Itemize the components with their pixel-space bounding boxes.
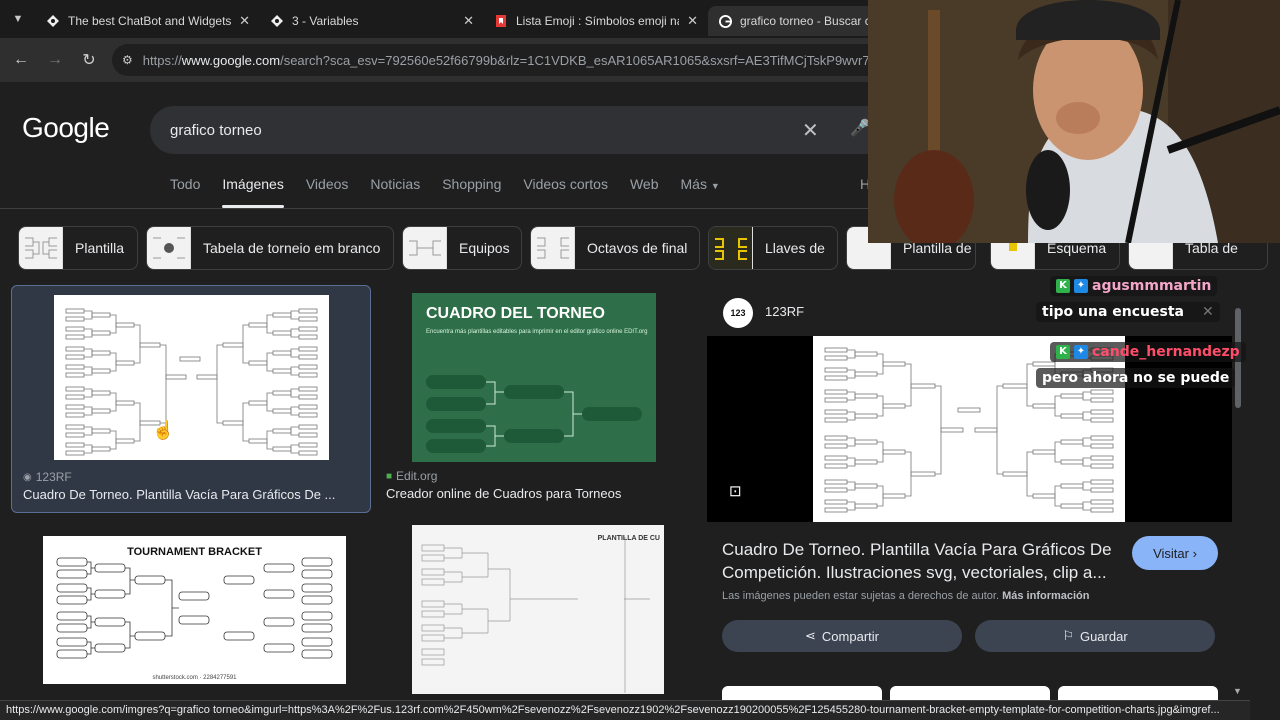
tab-images[interactable]: Imágenes [222,176,285,208]
chat-username: cande_hernandezp [1092,344,1240,360]
related-thumbnail[interactable] [1058,686,1218,700]
clear-search-icon[interactable]: ✕ [802,118,819,143]
chevron-down-icon: ▼ [12,13,24,25]
site-info-icon[interactable]: ⚙ [122,53,133,67]
tab-shopping[interactable]: Shopping [442,176,501,208]
chip-thumbnail [19,227,63,269]
bookmark-favicon-icon [494,14,508,28]
browser-tab[interactable]: 3 - Variables ✕ [260,6,484,36]
chatbot-favicon-icon [46,14,60,28]
preview-title[interactable]: Cuadro De Torneo. Plantilla Vacía Para G… [722,538,1114,584]
mouse-cursor-icon: ☝ [152,420,175,440]
chat-message: K ✦ agusmmmartin [1050,276,1218,296]
url-prefix: https:// [142,52,182,68]
chat-message-text: tipo una encuesta ✕ [1036,302,1220,322]
save-button[interactable]: ⚐ Guardar [975,620,1215,652]
tab-title: The best ChatBot and Widgets f [68,14,232,28]
close-icon: ✕ [1201,304,1214,320]
visit-button[interactable]: Visitar › [1132,536,1218,570]
kick-badge-icon: K [1056,279,1070,293]
vip-badge-icon: ✦ [1074,279,1088,293]
url-path: /search?sca_esv=792560e52f66799b&rlz=1C1… [280,52,880,68]
image-result-selected[interactable]: ◉ 123RF Cuadro De Torneo. Plantilla Vacía… [11,285,371,513]
chip[interactable]: Plantilla [18,226,138,270]
close-icon[interactable]: ✕ [463,13,474,29]
site-favicon-icon: ◉ [23,471,32,483]
tab-search-button[interactable]: ▼ [0,0,36,38]
chip[interactable]: Octavos de final [530,226,700,270]
tab-title: 3 - Variables [292,14,359,28]
kick-badge-icon: K [1056,345,1070,359]
copyright-note: Las imágenes pueden estar sujetas a dere… [722,590,1090,602]
back-button[interactable]: ← [4,43,38,77]
search-input[interactable]: grafico torneo ✕ 🎤 [150,106,890,154]
share-button[interactable]: ⋖ Compartir [722,620,962,652]
scroll-down-icon[interactable]: ▼ [1233,686,1242,696]
close-icon[interactable]: ✕ [687,13,698,29]
tab-videos[interactable]: Videos [306,176,349,208]
related-thumbnail[interactable] [890,686,1050,700]
reload-icon: ↻ [82,52,96,69]
link-status-bar: https://www.google.com/imgres?q=grafico … [0,700,1250,720]
arrow-right-icon: → [47,51,63,68]
chevron-right-icon: › [1192,545,1197,561]
image-watermark: shutterstock.com · 2284277591 [152,675,237,681]
preview-image[interactable]: ⊡ [707,336,1232,522]
url-host: www.google.com [181,52,281,68]
source-logo: 123 [723,298,753,328]
chat-message-text: pero ahora no se puede [1036,368,1236,388]
more-info-link[interactable]: Más información [1002,590,1089,602]
reload-button[interactable]: ↻ [72,43,106,77]
image-result[interactable]: TOURNAMENT BRACKET shutterstock.com · 22… [43,536,346,684]
image-result[interactable]: CUADRO DEL TORNEO Encuentra más plantill… [386,285,686,513]
close-icon[interactable]: ✕ [239,13,250,29]
bookmark-icon: ⚐ [1062,628,1074,643]
vip-badge-icon: ✦ [1074,345,1088,359]
forward-button[interactable]: → [38,43,72,77]
result-image: TOURNAMENT BRACKET shutterstock.com · 22… [43,536,346,684]
chatbot-favicon-icon [270,14,284,28]
caret-down-icon: ▼ [710,181,720,191]
chip[interactable]: Llaves de [708,226,838,270]
chip-thumbnail [531,227,575,269]
result-caption[interactable]: Creador online de Cuadros para Torneos [386,486,686,501]
search-tabs: Todo Imágenes Videos Noticias Shopping V… [170,176,742,208]
webcam-overlay [868,0,1280,243]
share-icon: ⋖ [805,628,816,643]
result-image: PLANTILLA DE CU [412,525,664,694]
arrow-left-icon: ← [13,51,29,68]
related-thumbnail[interactable] [722,686,882,700]
chip-thumbnail [709,227,753,269]
tab-web[interactable]: Web [630,176,659,208]
result-image [54,295,329,460]
result-source: ◉ 123RF [23,470,72,484]
browser-tab[interactable]: Lista Emoji : Símbolos emoji na ✕ [484,6,708,36]
result-source: ■ Edit.org [386,469,438,483]
chip-thumbnail [403,227,447,269]
microphone-icon[interactable]: 🎤 [850,118,870,138]
chat-username: agusmmmartin [1092,278,1212,294]
edit-org-favicon-icon: ■ [386,470,393,482]
chat-message: K ✦ cande_hernandezp [1050,342,1246,362]
preview-source[interactable]: 123RF [765,304,804,319]
related-thumbnails [722,686,1222,700]
google-logo[interactable]: Google [22,112,110,144]
google-favicon-icon [718,14,732,28]
result-image: CUADRO DEL TORNEO Encuentra más plantill… [412,293,656,462]
search-query: grafico torneo [170,121,262,139]
tab-more[interactable]: Más ▼ [681,176,720,208]
result-caption[interactable]: Cuadro De Torneo. Plantilla Vacía Para G… [23,487,363,502]
chip[interactable]: Equipos [402,226,522,270]
tab-news[interactable]: Noticias [370,176,420,208]
preview-image-content [813,336,1125,522]
tab-title: Lista Emoji : Símbolos emoji na [516,14,680,28]
chip[interactable]: Tabela de torneio em branco [146,226,394,270]
tab-short-videos[interactable]: Videos cortos [523,176,608,208]
google-lens-icon[interactable]: ⊡ [729,482,742,500]
chip-thumbnail [147,227,191,269]
tab-all[interactable]: Todo [170,176,200,208]
screen: ▼ The best ChatBot and Widgets f ✕ 3 - V… [0,0,1280,720]
image-result[interactable]: PLANTILLA DE CU [412,525,664,694]
browser-tab[interactable]: The best ChatBot and Widgets f ✕ [36,6,260,36]
